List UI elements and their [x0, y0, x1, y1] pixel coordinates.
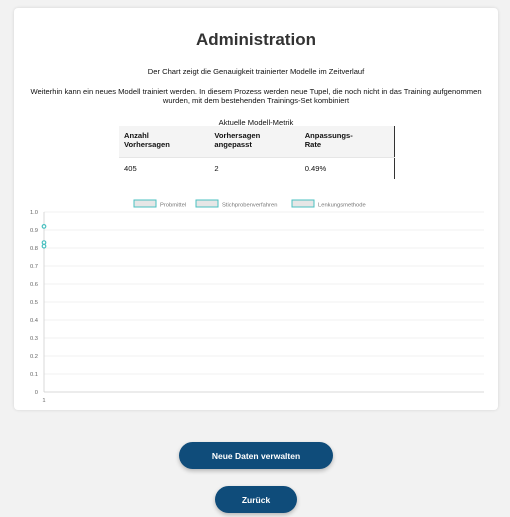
- back-button[interactable]: Zurück: [215, 486, 297, 513]
- y-tick-label: 0.4: [30, 318, 39, 324]
- value-adjusted: 2: [214, 164, 219, 173]
- legend-label: Lenkungsmethode: [318, 203, 366, 209]
- value-rate: 0.49%: [304, 164, 327, 173]
- legend-swatch: [195, 199, 219, 208]
- chart-description: Der Chart zeigt die Genauigkeit trainier…: [147, 67, 365, 76]
- y-tick-label: 0.9: [30, 228, 38, 234]
- y-tick-label: 0.8: [30, 246, 38, 252]
- header-adjusted-line1: Vorhersagen: [214, 131, 261, 140]
- manage-data-button[interactable]: Neue Daten verwalten: [179, 442, 333, 469]
- data-point: [41, 224, 47, 229]
- data-point: [41, 243, 47, 249]
- legend-swatch: [291, 199, 315, 208]
- value-count: 405: [124, 164, 137, 173]
- header-count-line2: Vorhersagen: [124, 140, 170, 149]
- y-tick-label: 0.2: [30, 354, 38, 360]
- table-row: 405 2 0.49%: [119, 158, 395, 180]
- admin-card: Administration Der Chart zeigt die Genau…: [14, 8, 498, 410]
- chart-svg: Probmittel Stichprobenverfahren Lenkungsme…: [30, 199, 484, 404]
- header-count-line1: Anzahl: [124, 131, 149, 140]
- y-tick-label: 0.3: [30, 336, 38, 342]
- y-tick-label: 1.0: [30, 210, 38, 216]
- header-rate-line1: Anpassungs-: [304, 131, 353, 140]
- header-adjusted: Vorhersagen angepasst: [209, 126, 300, 158]
- metric-header-row: Anzahl Vorhersagen Vorhersagen angepasst…: [119, 126, 395, 158]
- x-tick-label: 1: [42, 398, 45, 403]
- y-tick-label: 0.5: [30, 300, 38, 306]
- metric-table: Anzahl Vorhersagen Vorhersagen angepasst…: [119, 126, 395, 179]
- header-count: Anzahl Vorhersagen: [119, 126, 210, 158]
- legend-label: Stichprobenverfahren: [222, 203, 277, 209]
- legend-label: Probmittel: [160, 203, 186, 209]
- y-tick-label: 0.6: [30, 282, 38, 288]
- training-description: Weiterhin kann ein neues Modell trainier…: [30, 87, 482, 105]
- header-rate: Anpassungs- Rate: [299, 126, 395, 158]
- y-tick-label: 0.7: [30, 264, 38, 270]
- header-rate-line2: Rate: [304, 140, 322, 149]
- accuracy-chart: Probmittel Stichprobenverfahren Lenkungsme…: [14, 188, 498, 404]
- legend-swatch: [133, 199, 157, 208]
- page-title: Administration: [196, 30, 316, 49]
- y-tick-label: 0: [35, 390, 38, 396]
- header-adjusted-line2: angepasst: [214, 140, 252, 149]
- y-tick-label: 0.1: [30, 372, 38, 378]
